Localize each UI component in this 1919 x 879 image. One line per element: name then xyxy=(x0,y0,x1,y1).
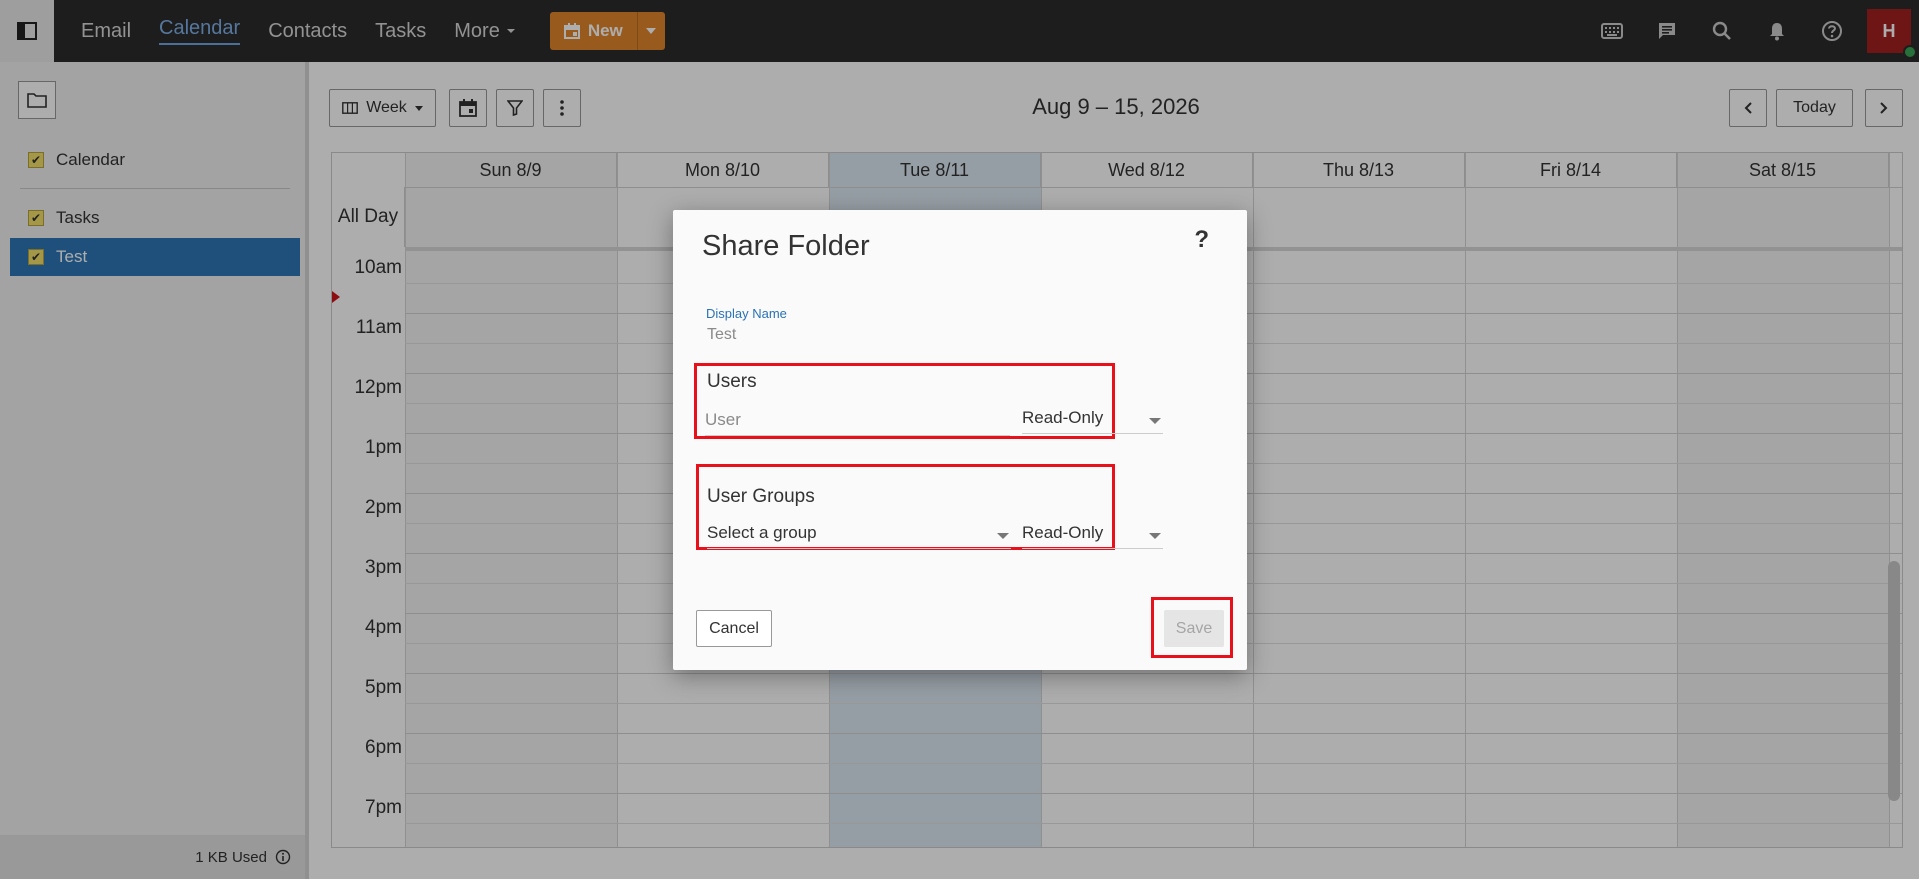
share-folder-dialog: Share Folder ? Display Name Test Users U… xyxy=(673,210,1247,670)
help-button[interactable]: ? xyxy=(1194,226,1209,254)
dialog-title: Share Folder xyxy=(702,230,870,262)
users-section-title: Users xyxy=(707,371,757,392)
dropdown-arrow-icon xyxy=(1149,533,1161,539)
dropdown-arrow-icon xyxy=(1149,418,1161,424)
user-permission-select[interactable]: Read-Only xyxy=(1022,408,1163,434)
cancel-button[interactable]: Cancel xyxy=(696,610,772,647)
save-button[interactable]: Save xyxy=(1164,610,1224,647)
user-groups-section-title: User Groups xyxy=(707,486,815,507)
group-permission-select[interactable]: Read-Only xyxy=(1022,523,1163,549)
dropdown-arrow-icon xyxy=(997,533,1009,539)
user-input-placeholder: User xyxy=(705,410,741,429)
display-name-label: Display Name xyxy=(706,306,787,321)
user-permission-value: Read-Only xyxy=(1022,408,1104,427)
user-input[interactable]: User xyxy=(705,410,1010,436)
display-name-value: Test xyxy=(707,326,737,343)
group-select-placeholder: Select a group xyxy=(707,523,817,542)
group-select[interactable]: Select a group xyxy=(707,523,1011,549)
group-permission-value: Read-Only xyxy=(1022,523,1104,542)
